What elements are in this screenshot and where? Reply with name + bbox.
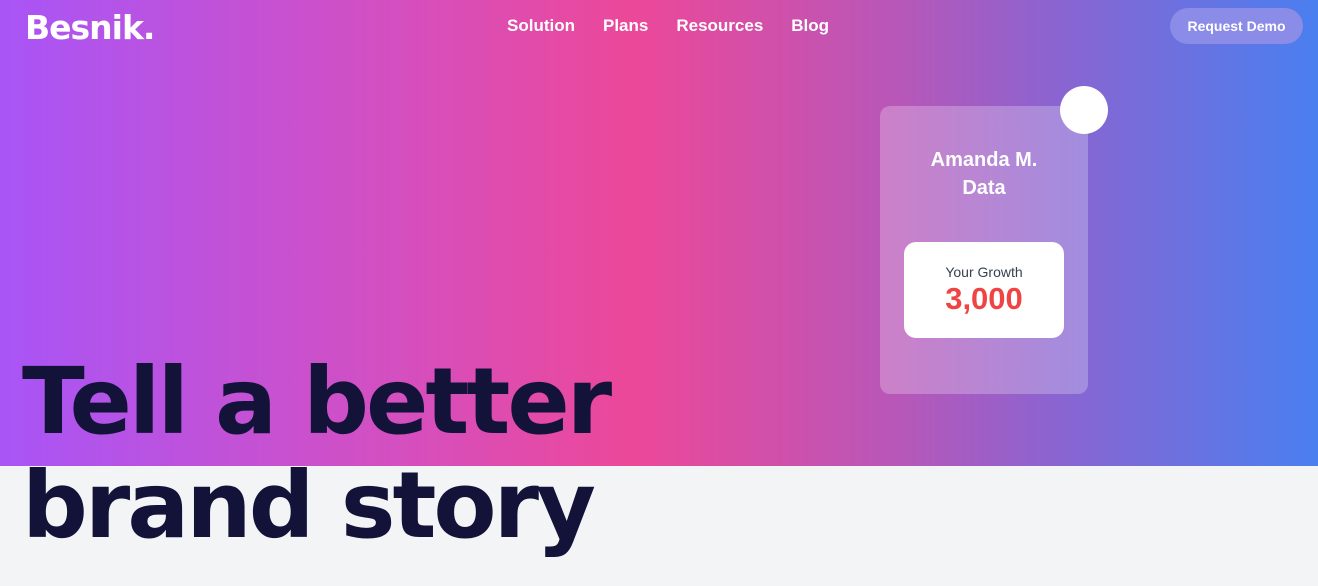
nav-link-resources[interactable]: Resources (676, 16, 763, 36)
growth-stat-box: Your Growth 3,000 (904, 242, 1064, 338)
nav-link-solution[interactable]: Solution (507, 16, 575, 36)
profile-name: Amanda M. Data (880, 146, 1088, 202)
growth-label: Your Growth (945, 264, 1023, 280)
brand-logo[interactable]: Besnik. (25, 8, 155, 47)
hero-headline-line2: brand story (22, 452, 596, 559)
profile-name-line1: Amanda M. (930, 149, 1038, 171)
nav-link-blog[interactable]: Blog (791, 16, 829, 36)
growth-value: 3,000 (945, 281, 1023, 316)
hero-headline: Tell a better brand story (22, 348, 612, 559)
request-demo-button[interactable]: Request Demo (1170, 8, 1303, 44)
main-nav: Solution Plans Resources Blog (507, 16, 829, 36)
profile-name-line2: Data (962, 177, 1006, 199)
nav-link-plans[interactable]: Plans (603, 16, 648, 36)
hero-headline-line1: Tell a better (22, 348, 612, 455)
avatar (1060, 86, 1108, 134)
